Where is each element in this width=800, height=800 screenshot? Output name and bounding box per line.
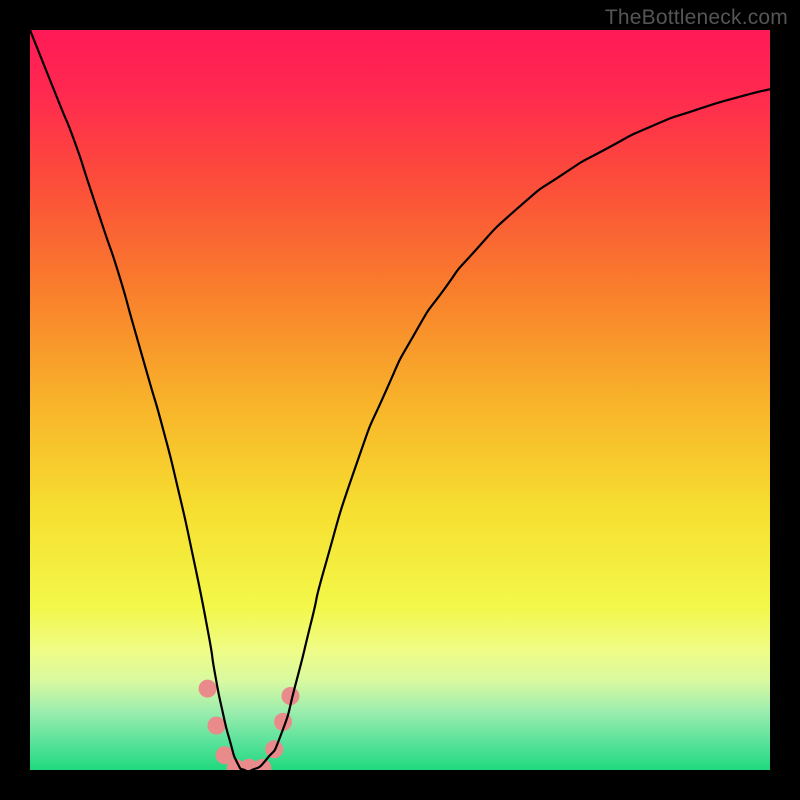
curve-layer (30, 30, 770, 770)
bottleneck-curve (30, 30, 770, 770)
chart-frame: TheBottleneck.com (0, 0, 800, 800)
marker-dot (199, 680, 217, 698)
plot-area (30, 30, 770, 770)
marker-dot (207, 717, 225, 735)
watermark-text: TheBottleneck.com (605, 6, 788, 30)
